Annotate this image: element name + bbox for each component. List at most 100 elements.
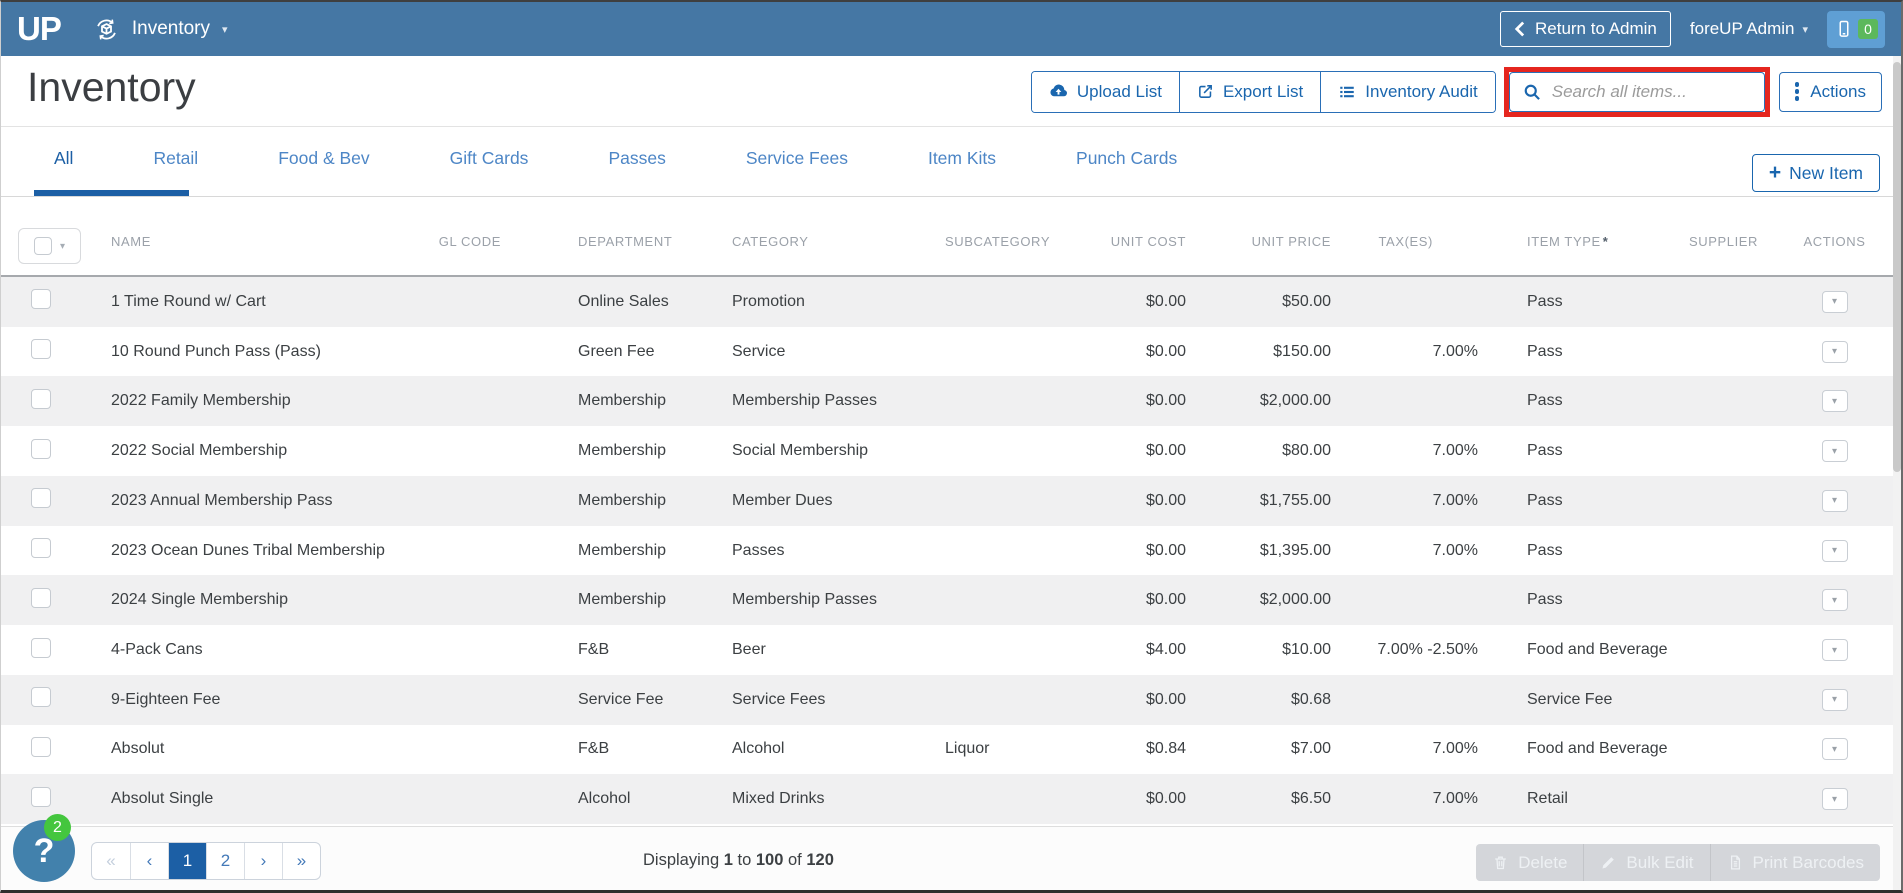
table-row: 2024 Single Membership Membership Membersh… [1,575,1893,626]
row-actions-dropdown[interactable]: ▾ [1821,290,1848,313]
column-header-taxes: TAX(ES) [1378,234,1433,249]
tab-punch-cards[interactable]: Punch Cards [1076,148,1177,169]
document-icon [1727,854,1744,871]
item-unit-price: $150.00 [1273,342,1331,360]
row-checkbox[interactable] [31,687,51,708]
row-actions-dropdown[interactable]: ▾ [1821,440,1848,463]
module-label: Inventory [131,18,210,39]
top-navigation-bar: UP Inventory ▾ Return to Admin foreUP Ad… [1,2,1901,56]
displaying-to: 100 [755,851,784,869]
pagination-page-1[interactable]: 1 [168,843,206,879]
phone-icon [1834,18,1854,40]
item-category: Service Fees [732,690,826,708]
item-unit-price: $1,395.00 [1259,541,1331,559]
item-name: 2024 Single Membership [111,591,288,609]
table-row: 9-Eighteen Fee Service Fee Service Fees $0.… [1,674,1893,725]
mobile-device-button[interactable]: 0 [1827,10,1885,48]
pagination-next[interactable]: › [244,843,282,879]
row-actions-dropdown[interactable]: ▾ [1821,738,1848,761]
user-menu-label: foreUP Admin [1689,19,1795,38]
inventory-audit-button[interactable]: Inventory Audit [1320,71,1495,112]
pagination-prev[interactable]: ‹ [130,843,168,879]
scrollbar-thumb[interactable] [1893,62,1901,472]
delete-button[interactable]: Delete [1476,844,1584,881]
tab-all[interactable]: All [54,148,73,169]
foreup-logo: UP [17,10,62,47]
row-actions-dropdown[interactable]: ▾ [1821,788,1848,811]
export-list-button[interactable]: Export List [1178,71,1321,112]
pagination-page-2[interactable]: 2 [206,843,244,879]
item-type: Service Fee [1527,690,1613,708]
item-type: Retail [1527,790,1568,808]
table-row: 2022 Social Membership Membership Social M… [1,426,1893,476]
column-header-subcategory: SUBCATEGORY [945,234,1051,249]
active-tab-underline [34,190,189,196]
row-checkbox[interactable] [31,488,51,509]
return-to-admin-button[interactable]: Return to Admin [1499,11,1671,47]
item-name: 10 Round Punch Pass (Pass) [111,342,321,360]
displaying-total: 120 [806,851,834,869]
bulk-edit-button[interactable]: Bulk Edit [1583,844,1710,881]
column-header-department: DEPARTMENT [578,234,673,249]
help-notification-badge: 2 [44,814,71,841]
tab-passes[interactable]: Passes [608,148,665,169]
row-actions-dropdown[interactable]: ▾ [1821,390,1848,413]
pagination-last[interactable]: » [282,843,320,879]
item-category: Mixed Drinks [732,790,825,808]
row-checkbox[interactable] [31,587,51,608]
row-checkbox[interactable] [31,538,51,559]
item-type: Pass [1527,442,1563,460]
item-unit-price: $6.50 [1290,790,1331,808]
new-item-button[interactable]: + New Item [1751,154,1880,192]
export-list-label: Export List [1222,81,1304,101]
row-actions-dropdown[interactable]: ▾ [1821,589,1848,612]
item-department: Membership [578,591,667,609]
search-input[interactable]: Search all items... [1508,71,1765,112]
header-toolbar: Upload List Export List Inventory Audit [1030,56,1882,127]
item-type: Food and Beverage [1527,641,1668,658]
item-department: F&B [578,740,610,758]
row-actions-dropdown[interactable]: ▾ [1821,539,1848,562]
row-actions-dropdown[interactable]: ▾ [1821,688,1848,711]
item-type: Pass [1527,541,1563,559]
item-unit-cost: $0.00 [1145,342,1186,360]
pagination: «‹ 1 2 ›» [91,842,321,880]
row-checkbox[interactable] [31,289,51,310]
item-unit-price: $2,000.00 [1259,591,1331,609]
row-checkbox[interactable] [31,786,51,807]
item-name: 2023 Annual Membership Pass [111,491,333,509]
row-actions-dropdown[interactable]: ▾ [1821,340,1848,363]
tab-gift-cards[interactable]: Gift Cards [450,148,529,169]
tab-item-kits[interactable]: Item Kits [928,148,996,169]
cloud-upload-icon [1049,82,1068,101]
tab-retail[interactable]: Retail [153,148,198,169]
actions-button[interactable]: Actions [1778,71,1882,112]
tab-service-fees[interactable]: Service Fees [746,148,848,169]
topbar-right-group: Return to Admin foreUP Admin ▾ 0 [1499,10,1885,48]
row-actions-dropdown[interactable]: ▾ [1821,489,1848,512]
row-checkbox[interactable] [31,438,51,459]
inventory-audit-label: Inventory Audit [1365,81,1478,101]
item-name: 4-Pack Cans [111,641,203,658]
item-taxes: 7.00% [1432,790,1478,808]
item-unit-cost: $0.00 [1145,392,1186,410]
row-checkbox[interactable] [31,736,51,757]
row-checkbox[interactable] [31,388,51,409]
item-name: 2022 Family Membership [111,392,291,410]
vertical-scrollbar[interactable] [1893,56,1901,890]
row-checkbox[interactable] [31,339,51,360]
actions-label: Actions [1810,81,1866,101]
user-menu[interactable]: foreUP Admin ▾ [1690,19,1808,39]
search-icon [1522,82,1542,102]
row-checkbox[interactable] [31,637,51,658]
annotation-highlight-box: Search all items... [1503,66,1770,117]
print-barcodes-button[interactable]: Print Barcodes [1709,844,1880,881]
tab-food-bev[interactable]: Food & Bev [278,148,369,169]
footer-bar: ? 2 «‹ 1 2 ›» Displaying 1 to 100 of 120 De… [1,814,1901,890]
row-actions-dropdown[interactable]: ▾ [1821,639,1848,661]
pagination-first[interactable]: « [92,843,130,879]
item-unit-price: $2,000.00 [1259,392,1331,410]
module-selector[interactable]: Inventory ▾ [93,16,228,43]
upload-list-button[interactable]: Upload List [1031,71,1179,112]
item-department: Green Fee [578,342,655,360]
